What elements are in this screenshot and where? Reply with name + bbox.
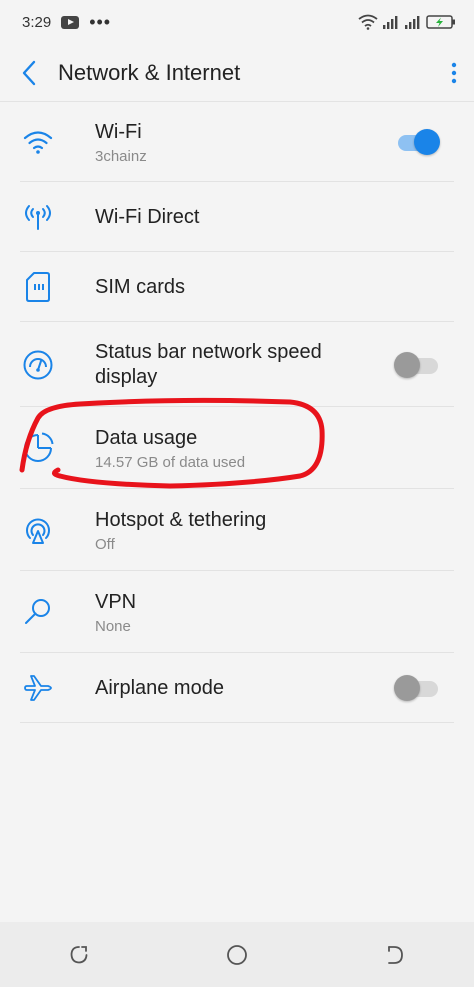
youtube-icon: [61, 15, 80, 29]
signal-icon: [383, 16, 398, 29]
more-options-button[interactable]: [434, 44, 474, 102]
signal-icon: [405, 16, 420, 29]
setting-summary: 3chainz: [95, 147, 147, 165]
back-nav-button[interactable]: [375, 935, 415, 975]
sim-card-icon: [25, 272, 50, 302]
setting-wifi[interactable]: Wi-Fi 3chainz: [0, 102, 474, 182]
recents-button[interactable]: [59, 935, 99, 975]
back-arrow-icon: [22, 60, 36, 85]
back-button[interactable]: [0, 44, 58, 102]
setting-label: SIM cards: [95, 275, 186, 298]
home-icon: [227, 944, 247, 965]
recents-icon: [70, 945, 88, 963]
setting-wifi-direct[interactable]: Wi-Fi Direct: [0, 182, 474, 252]
more-dots-icon: •••: [89, 12, 112, 32]
network-speed-toggle[interactable]: [394, 351, 440, 378]
setting-airplane-mode[interactable]: Airplane mode: [0, 653, 474, 723]
setting-label: Hotspot & tethering: [95, 508, 267, 531]
wifi-icon: [358, 14, 378, 30]
status-bar: 3:29 •••: [0, 0, 474, 44]
setting-label: Status bar network speed display: [95, 340, 322, 388]
vpn-key-icon: [24, 599, 50, 624]
airplane-mode-toggle[interactable]: [394, 675, 440, 701]
setting-vpn[interactable]: VPN None: [0, 571, 474, 653]
setting-label: Wi-Fi: [95, 120, 142, 143]
home-button[interactable]: [217, 935, 257, 975]
page-title: Network & Internet: [58, 59, 241, 85]
back-icon: [388, 945, 403, 964]
navigation-bar: [0, 922, 474, 987]
wifi-toggle[interactable]: [394, 129, 440, 155]
airplane-icon: [23, 675, 52, 701]
setting-label: Wi-Fi Direct: [95, 205, 200, 228]
setting-label: Data usage: [95, 426, 198, 449]
more-vert-icon: [451, 62, 457, 83]
setting-sim-cards[interactable]: SIM cards: [0, 252, 474, 322]
setting-hotspot[interactable]: Hotspot & tethering Off: [0, 489, 474, 571]
wifi-direct-icon: [24, 205, 51, 230]
setting-network-speed[interactable]: Status bar network speed display: [0, 322, 474, 407]
battery-charging-icon: [426, 15, 455, 29]
settings-list: Wi-Fi 3chainz Wi-Fi Direct SIM cards Sta…: [0, 102, 474, 723]
data-usage-icon: [23, 432, 53, 462]
app-bar: Network & Internet: [0, 44, 474, 102]
setting-data-usage[interactable]: Data usage 14.57 GB of data used: [0, 407, 474, 489]
setting-summary: 14.57 GB of data used: [95, 453, 246, 471]
wifi-icon: [23, 131, 52, 154]
setting-summary: None: [95, 617, 131, 635]
status-time: 3:29: [22, 13, 52, 31]
hotspot-icon: [25, 518, 50, 544]
setting-summary: Off: [95, 535, 115, 553]
speedometer-icon: [23, 350, 52, 379]
setting-label: VPN: [95, 590, 137, 613]
setting-label: Airplane mode: [95, 676, 224, 699]
